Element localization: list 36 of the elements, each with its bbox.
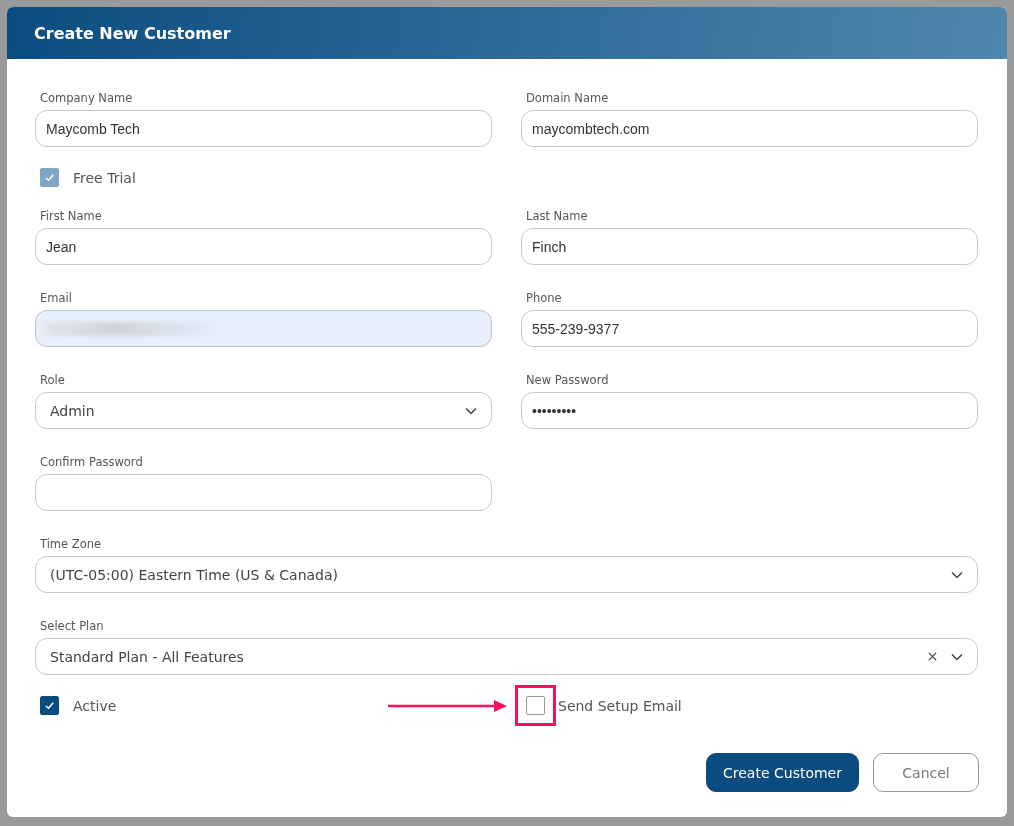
- field-label: Domain Name: [526, 91, 610, 105]
- field-label: Confirm Password: [40, 455, 144, 469]
- chevron-down-icon: [465, 406, 477, 415]
- field-label: First Name: [40, 209, 103, 223]
- field-label: Phone: [526, 291, 563, 305]
- field-label: New Password: [526, 373, 610, 387]
- input-field[interactable]: Jean: [35, 228, 492, 265]
- field-label: Select Plan: [40, 619, 105, 633]
- select-field[interactable]: (UTC-05:00) Eastern Time (US & Canada): [35, 556, 978, 593]
- create-button[interactable]: Create Customer: [706, 753, 859, 792]
- field-label: Company Name: [40, 91, 134, 105]
- checkbox-label: Active: [73, 697, 117, 714]
- checkbox[interactable]: [40, 696, 59, 715]
- input-field[interactable]: [35, 474, 492, 511]
- dialog-title: Create New Customer: [34, 23, 231, 43]
- close-icon[interactable]: [928, 652, 937, 661]
- input-field[interactable]: maycombtech.com: [521, 110, 978, 147]
- select-field[interactable]: Admin: [35, 392, 492, 429]
- checkbox[interactable]: [526, 696, 545, 715]
- check-icon: [44, 172, 55, 183]
- field-label: Email: [40, 291, 73, 305]
- field-label: Last Name: [526, 209, 589, 223]
- chevron-down-icon: [951, 570, 963, 579]
- field-label: Time Zone: [40, 537, 103, 551]
- checkbox-label: Send Setup Email: [558, 697, 682, 714]
- input-field[interactable]: [35, 310, 492, 347]
- input-field[interactable]: Finch: [521, 228, 978, 265]
- select-field[interactable]: Standard Plan - All Features: [35, 638, 978, 675]
- input-field[interactable]: •••••••••: [521, 392, 978, 429]
- cancel-button[interactable]: Cancel: [873, 753, 979, 792]
- checkbox-label: Free Trial: [73, 169, 136, 186]
- input-field[interactable]: Maycomb Tech: [35, 110, 492, 147]
- input-field[interactable]: 555-239-9377: [521, 310, 978, 347]
- chevron-down-icon: [951, 652, 963, 661]
- check-icon: [44, 700, 55, 711]
- field-label: Role: [40, 373, 66, 387]
